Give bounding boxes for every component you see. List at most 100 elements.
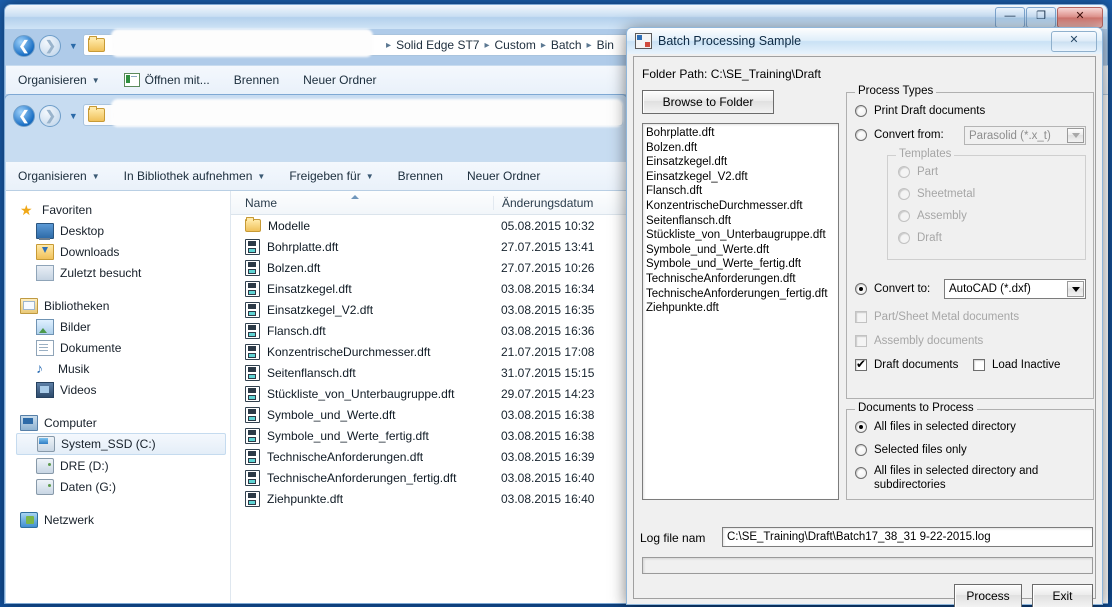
breadcrumb-item-1[interactable]: Custom: [494, 38, 535, 52]
breadcrumb-item-2[interactable]: Batch: [551, 38, 582, 52]
checkbox-part-sheet-metal-documents[interactable]: Part/Sheet Metal documents: [855, 311, 1019, 323]
chevron-down-icon[interactable]: [1067, 281, 1084, 297]
navigation-sidebar[interactable]: ★ Favoriten Desktop Downloads Zuletzt be…: [6, 191, 231, 603]
toolbar-brennen-back[interactable]: Brennen: [222, 65, 291, 95]
list-item[interactable]: Symbole_und_Werte_fertig.dft: [646, 257, 838, 272]
folder-file-listbox[interactable]: Bohrplatte.dft Bolzen.dft Einsatzkegel.d…: [642, 123, 839, 500]
forward-button-front[interactable]: ❯: [39, 105, 62, 127]
sidebar-item-downloads[interactable]: Downloads: [6, 241, 230, 262]
radio-convert-to[interactable]: Convert to:: [855, 283, 930, 295]
table-row[interactable]: Bolzen.dft 27.07.2015 10:26: [231, 257, 628, 278]
list-item[interactable]: Stückliste_von_Unterbaugruppe.dft: [646, 228, 838, 243]
radio-template-part[interactable]: Part: [898, 166, 938, 178]
sidebar-item-bilder[interactable]: Bilder: [6, 316, 230, 337]
exit-button[interactable]: Exit: [1032, 584, 1093, 607]
file-name-label: Bohrplatte.dft: [267, 239, 339, 254]
list-item[interactable]: Symbole_und_Werte.dft: [646, 243, 838, 258]
convert-to-combobox[interactable]: AutoCAD (*.dxf): [944, 279, 1086, 299]
radio-template-draft[interactable]: Draft: [898, 232, 942, 244]
file-name-cell: Bolzen.dft: [231, 259, 493, 276]
list-item[interactable]: Bolzen.dft: [646, 141, 838, 156]
table-row[interactable]: KonzentrischeDurchmesser.dft 21.07.2015 …: [231, 341, 628, 362]
table-row[interactable]: Symbole_und_Werte_fertig.dft 03.08.2015 …: [231, 425, 628, 446]
radio-convert-from[interactable]: Convert from:: [855, 129, 944, 141]
file-list[interactable]: Name Änderungsdatum Modelle 05.08.2015 1…: [231, 191, 628, 603]
minimize-button[interactable]: —: [995, 7, 1025, 28]
sidebar-item-zuletzt-besucht[interactable]: Zuletzt besucht: [6, 262, 230, 283]
sidebar-item-desktop[interactable]: Desktop: [6, 220, 230, 241]
table-row[interactable]: Modelle 05.08.2015 10:32: [231, 215, 628, 236]
list-item[interactable]: Einsatzkegel_V2.dft: [646, 170, 838, 185]
table-row[interactable]: Symbole_und_Werte.dft 03.08.2015 16:38: [231, 404, 628, 425]
table-row[interactable]: Einsatzkegel_V2.dft 03.08.2015 16:35: [231, 299, 628, 320]
toolbar-organisieren-back[interactable]: Organisieren ▼: [6, 65, 112, 95]
checkbox-load-inactive[interactable]: Load Inactive: [973, 359, 1060, 371]
radio-template-assembly[interactable]: Assembly: [898, 210, 967, 222]
log-file-name-input[interactable]: C:\SE_Training\Draft\Batch17_38_31 9-22-…: [722, 527, 1093, 547]
list-item[interactable]: Flansch.dft: [646, 184, 838, 199]
table-row[interactable]: TechnischeAnforderungen.dft 03.08.2015 1…: [231, 446, 628, 467]
back-button[interactable]: ❮: [13, 35, 35, 57]
table-row[interactable]: Flansch.dft 03.08.2015 16:36: [231, 320, 628, 341]
history-dropdown-icon[interactable]: ▼: [69, 41, 78, 51]
radio-selected-files-only[interactable]: Selected files only: [855, 444, 967, 456]
table-row[interactable]: Bohrplatte.dft 27.07.2015 13:41: [231, 236, 628, 257]
sidebar-item-videos[interactable]: Videos: [6, 379, 230, 400]
list-item[interactable]: Seitenflansch.dft: [646, 214, 838, 229]
sidebar-item-system-ssd-c[interactable]: System_SSD (C:): [16, 433, 226, 455]
toolbar-neuer-ordner-back[interactable]: Neuer Ordner: [291, 65, 388, 95]
dialog-titlebar[interactable]: Batch Processing Sample ✕: [627, 28, 1102, 54]
radio-print-draft-documents[interactable]: Print Draft documents: [855, 105, 985, 117]
redaction-smudge-back: [111, 29, 373, 57]
checkbox-assembly-documents[interactable]: Assembly documents: [855, 335, 983, 347]
table-row[interactable]: Stückliste_von_Unterbaugruppe.dft 29.07.…: [231, 383, 628, 404]
column-header-name[interactable]: Name: [231, 194, 493, 210]
radio-indicator: [855, 105, 867, 117]
browse-to-folder-button[interactable]: Browse to Folder: [642, 90, 774, 114]
toolbar-brennen-front[interactable]: Brennen: [386, 161, 455, 191]
breadcrumb-item-3[interactable]: Bin: [597, 38, 614, 52]
close-button[interactable]: ✕: [1057, 7, 1103, 28]
sidebar-item-dokumente[interactable]: Dokumente: [6, 337, 230, 358]
column-header-date[interactable]: Änderungsdatum: [493, 195, 628, 210]
window-titlebar-back[interactable]: — ❐ ✕: [5, 5, 1107, 29]
batch-processing-dialog[interactable]: Batch Processing Sample ✕ Folder Path: C…: [626, 27, 1103, 607]
list-item[interactable]: Ziehpunkte.dft: [646, 301, 838, 316]
sidebar-item-musik[interactable]: ♪ Musik: [6, 358, 230, 379]
history-dropdown-icon-front[interactable]: ▼: [69, 111, 78, 121]
sidebar-item-computer[interactable]: Computer: [6, 412, 230, 433]
toolbar-in-bibliothek-aufnehmen[interactable]: In Bibliothek aufnehmen ▼: [112, 161, 278, 191]
toolbar-oeffnen-mit[interactable]: Öffnen mit...: [112, 65, 222, 95]
convert-from-combobox[interactable]: Parasolid (*.x_t): [964, 126, 1086, 145]
back-button-front[interactable]: ❮: [13, 105, 35, 127]
chevron-down-icon[interactable]: [1067, 128, 1084, 143]
process-button[interactable]: Process: [954, 584, 1022, 607]
dialog-close-button[interactable]: ✕: [1051, 31, 1097, 52]
table-row[interactable]: Seitenflansch.dft 31.07.2015 15:15: [231, 362, 628, 383]
checkbox-draft-documents[interactable]: Draft documents: [855, 357, 958, 371]
sidebar-item-favoriten[interactable]: ★ Favoriten: [6, 199, 230, 220]
toolbar-organisieren-front[interactable]: Organisieren ▼: [6, 161, 112, 191]
file-date-cell: 27.07.2015 13:41: [501, 239, 595, 254]
table-row[interactable]: Ziehpunkte.dft 03.08.2015 16:40: [231, 488, 628, 509]
radio-all-files-in-selected-directory[interactable]: All files in selected directory: [855, 421, 1016, 433]
explorer-window-front[interactable]: ❮ ❯ ▼ ▸ Organisieren ▼ In Bibliothek auf…: [4, 94, 628, 604]
list-item[interactable]: KonzentrischeDurchmesser.dft: [646, 199, 838, 214]
toolbar-neuer-ordner-front[interactable]: Neuer Ordner: [455, 161, 552, 191]
table-row[interactable]: Einsatzkegel.dft 03.08.2015 16:34: [231, 278, 628, 299]
sidebar-item-dre-d[interactable]: DRE (D:): [6, 455, 230, 476]
forward-button[interactable]: ❯: [39, 35, 62, 57]
table-row[interactable]: TechnischeAnforderungen_fertig.dft 03.08…: [231, 467, 628, 488]
radio-template-sheetmetal[interactable]: Sheetmetal: [898, 188, 975, 200]
sidebar-item-bibliotheken[interactable]: Bibliotheken: [6, 295, 230, 316]
toolbar-freigeben-fuer[interactable]: Freigeben für ▼: [277, 161, 385, 191]
list-item[interactable]: TechnischeAnforderungen_fertig.dft: [646, 287, 838, 302]
list-item[interactable]: Einsatzkegel.dft: [646, 155, 838, 170]
sidebar-item-netzwerk[interactable]: Netzwerk: [6, 509, 230, 530]
radio-all-files-in-selected-directory-and-subdirectories[interactable]: All files in selected directory and subd…: [855, 464, 1083, 492]
sidebar-item-daten-g[interactable]: Daten (G:): [6, 476, 230, 497]
list-item[interactable]: TechnischeAnforderungen.dft: [646, 272, 838, 287]
breadcrumb-item-0[interactable]: Solid Edge ST7: [396, 38, 479, 52]
maximize-button[interactable]: ❐: [1026, 7, 1056, 28]
list-item[interactable]: Bohrplatte.dft: [646, 126, 838, 141]
